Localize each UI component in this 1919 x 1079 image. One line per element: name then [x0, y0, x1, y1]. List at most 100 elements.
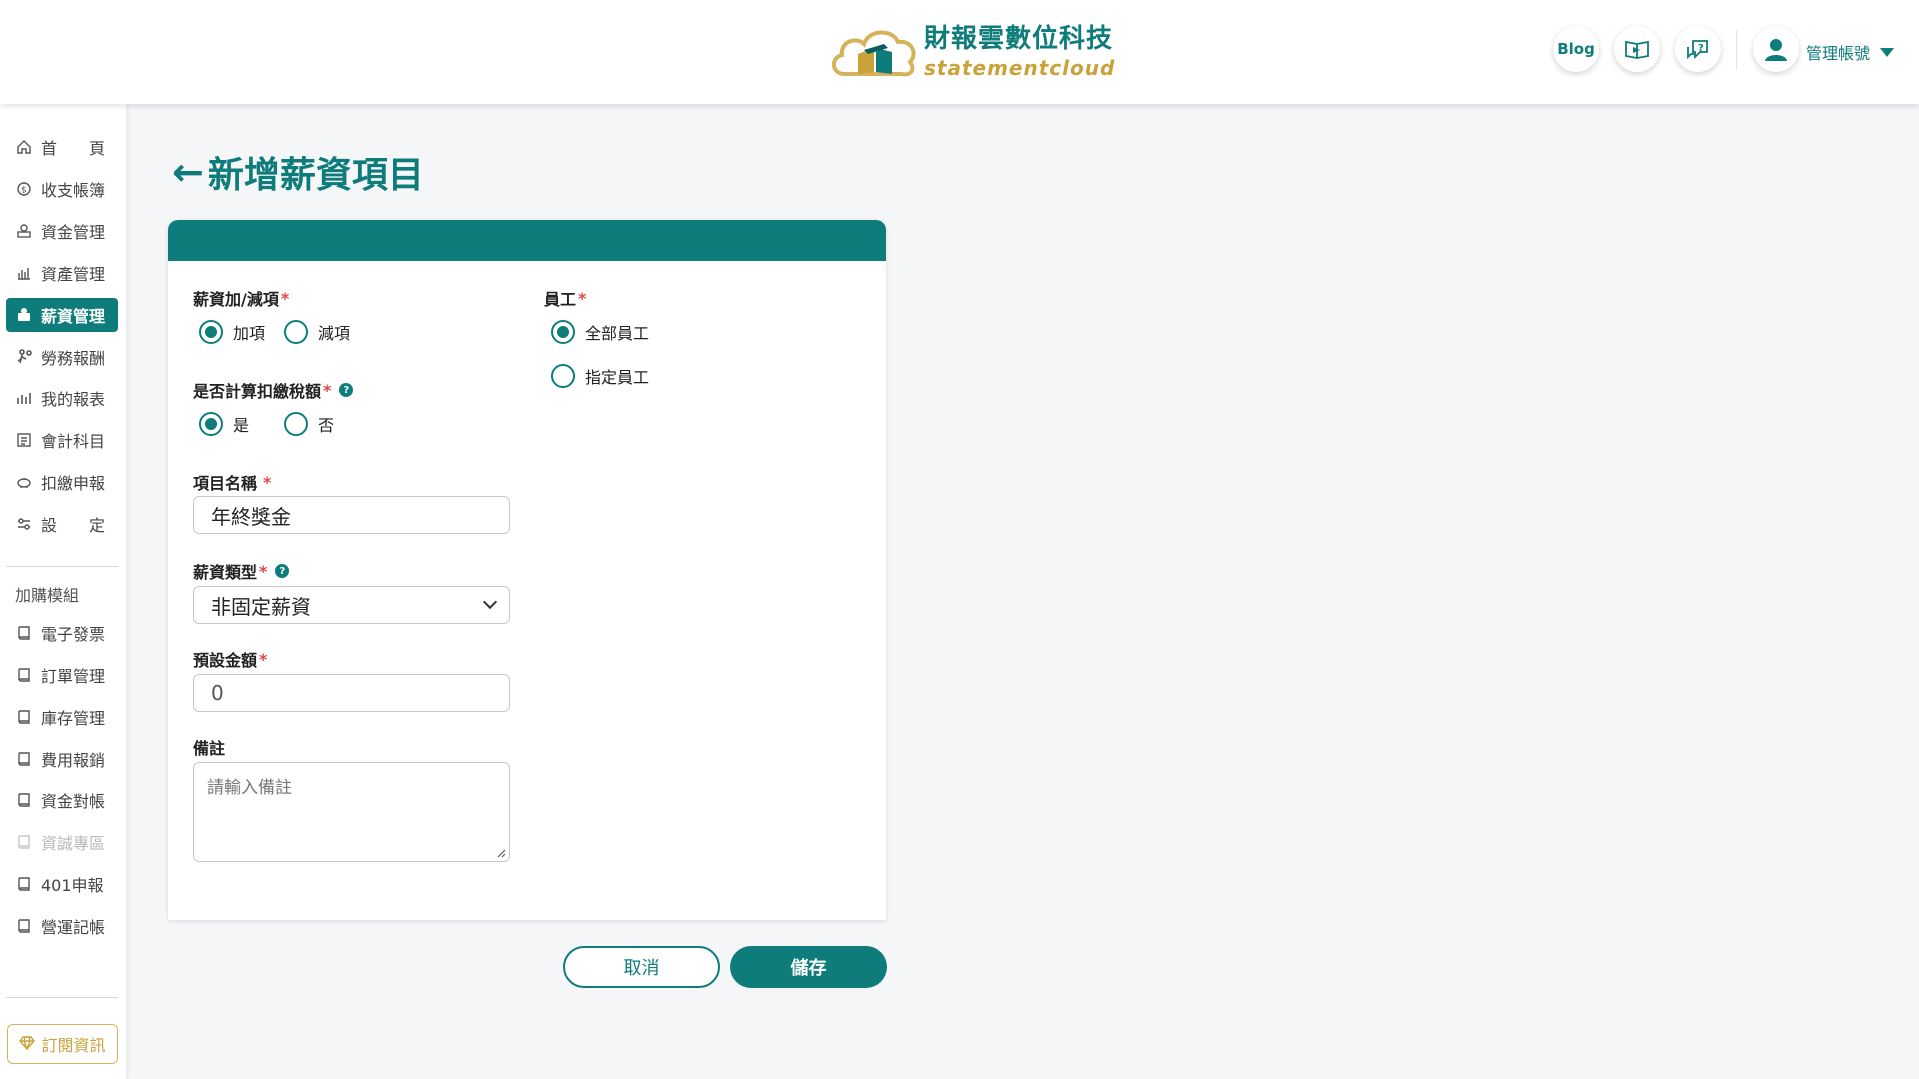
sidebar-item-label: 訂單管理 [41, 667, 106, 686]
sidebar-divider [6, 566, 118, 567]
sidebar-addon-expenses[interactable]: 費用報銷 [6, 742, 118, 776]
salary-type-select[interactable]: 非固定薪資 [193, 586, 510, 624]
sidebar-item-settings[interactable]: 設 定 [6, 507, 118, 541]
required-mark: * [323, 380, 332, 400]
item-name-input[interactable]: 年終獎金 [193, 496, 510, 534]
salary-type-label-text: 薪資類型 [193, 563, 258, 582]
ledger-icon [15, 431, 33, 449]
help-icon[interactable]: ? [339, 383, 354, 397]
tutorial-video-button[interactable] [1614, 26, 1660, 72]
note-textarea[interactable]: 請輸入備註 [193, 762, 510, 862]
top-header: 財報雲數位科技 statementcloud Blog ? 管理帳號 [0, 0, 1919, 104]
radio-all-employees[interactable]: 全部員工 [551, 320, 649, 344]
radio-circle[interactable] [284, 412, 308, 436]
radio-label: 是 [233, 416, 250, 435]
sidebar-item-label: 薪資管理 [41, 307, 106, 326]
book-icon [15, 875, 33, 893]
sidebar-item-label: 首 頁 [41, 139, 106, 158]
radio-withholding-yes[interactable]: 是 [199, 412, 249, 436]
card-header-bar [168, 220, 886, 261]
subscribe-label: 訂閱資訊 [41, 1036, 106, 1055]
radio-subtract[interactable]: 減項 [284, 320, 350, 344]
sidebar-item-label: 勞務報酬 [41, 349, 106, 368]
book-icon [15, 624, 33, 642]
book-icon [15, 833, 33, 851]
default-amount-input[interactable]: 0 [193, 674, 510, 712]
header-divider [1736, 30, 1737, 70]
sidebar-addon-pwc: 資誠專區 [6, 825, 118, 859]
book-icon [15, 750, 33, 768]
addon-section-title: 加購模組 [15, 586, 80, 605]
help-icon[interactable]: ? [275, 564, 290, 578]
page-title-text: 新增薪資項目 [207, 155, 424, 196]
sidebar-addon-401[interactable]: 401申報 [6, 867, 118, 901]
help-chat-button[interactable]: ? [1675, 26, 1721, 72]
sidebar-addon-inventory[interactable]: 庫存管理 [6, 700, 118, 734]
required-mark: * [280, 288, 290, 308]
sidebar-item-withholding[interactable]: 扣繳申報 [6, 465, 118, 499]
sidebar-item-label: 費用報銷 [41, 751, 106, 770]
sidebar-item-label: 資誠專區 [41, 834, 106, 853]
item-name-label-text: 項目名稱 [193, 474, 258, 493]
sidebar-item-accounts[interactable]: 會計科目 [6, 423, 118, 457]
blog-button[interactable]: Blog [1553, 26, 1599, 72]
sidebar-item-ledger-book[interactable]: $ 收支帳簿 [6, 172, 118, 206]
radio-circle-checked[interactable] [551, 320, 575, 344]
radio-add[interactable]: 加項 [199, 320, 265, 344]
user-avatar[interactable] [1753, 26, 1799, 72]
back-arrow-icon[interactable]: ← [172, 150, 204, 194]
radio-specific-employees[interactable]: 指定員工 [551, 364, 649, 388]
sidebar-addon-orders[interactable]: 訂單管理 [6, 658, 118, 692]
book-icon [15, 708, 33, 726]
required-mark: * [259, 649, 268, 669]
settings-icon [15, 515, 33, 533]
radio-label: 全部員工 [585, 324, 650, 343]
default-amount-label-text: 預設金額 [193, 651, 258, 670]
default-amount-label: 預設金額 * [193, 647, 267, 671]
brand-name-en: statementcloud [924, 56, 1116, 80]
save-button[interactable]: 儲存 [730, 946, 887, 988]
sidebar-item-funds[interactable]: 資金管理 [6, 214, 118, 248]
item-name-label: 項目名稱 * [193, 470, 271, 494]
subscribe-button[interactable]: 訂閱資訊 [7, 1024, 118, 1064]
withholding-label: 是否計算扣繳稅額 * ? [193, 378, 354, 402]
note-placeholder: 請輸入備註 [207, 778, 292, 798]
sidebar-item-label: 會計科目 [41, 432, 106, 451]
sidebar-item-label: 庫存管理 [41, 709, 106, 728]
piggy-icon [15, 473, 33, 491]
sidebar-addon-reconcile[interactable]: 資金對帳 [6, 783, 118, 817]
help-chat-icon: ? [1687, 40, 1708, 60]
required-mark: * [578, 288, 587, 308]
salary-type-label: 薪資類型 * ? [193, 559, 290, 583]
radio-circle-checked[interactable] [199, 412, 223, 436]
cancel-button[interactable]: 取消 [563, 946, 720, 988]
brand-logo[interactable]: 財報雲數位科技 statementcloud [830, 24, 1115, 80]
required-mark: * [259, 561, 268, 581]
sidebar-divider [6, 997, 118, 998]
sidebar-addon-einvoice[interactable]: 電子發票 [6, 616, 118, 650]
labor-icon [15, 348, 33, 366]
sidebar: 首 頁 $ 收支帳簿 資金管理 資產管理 薪資管理 勞務報酬 我的報表 會計科目… [0, 104, 126, 1079]
sidebar-item-payroll[interactable]: 薪資管理 [6, 298, 118, 332]
radio-label: 否 [318, 416, 335, 435]
radio-circle[interactable] [284, 320, 308, 344]
asset-icon [15, 264, 33, 282]
radio-circle[interactable] [551, 364, 575, 388]
radio-withholding-no[interactable]: 否 [284, 412, 334, 436]
sidebar-addon-operations[interactable]: 營運記帳 [6, 909, 118, 943]
book-icon [15, 791, 33, 809]
radio-circle-checked[interactable] [199, 320, 223, 344]
sidebar-item-assets[interactable]: 資產管理 [6, 256, 118, 290]
resize-handle-icon[interactable] [496, 848, 506, 858]
account-menu[interactable]: 管理帳號 [1806, 40, 1895, 64]
sidebar-item-label: 401申報 [41, 876, 104, 895]
sidebar-item-reports[interactable]: 我的報表 [6, 381, 118, 415]
book-icon [15, 666, 33, 684]
add-sub-label-text: 薪資加/減項 [193, 290, 279, 309]
sidebar-item-label: 設 定 [41, 516, 106, 535]
sidebar-item-label: 資產管理 [41, 265, 106, 284]
radio-label: 指定員工 [585, 368, 650, 387]
sidebar-item-labor-pay[interactable]: 勞務報酬 [6, 340, 118, 374]
sidebar-item-home[interactable]: 首 頁 [6, 130, 118, 164]
form-card: 薪資加/減項 * 加項 減項 是否計算扣繳稅額 * ? 是 否 項目名稱 * 年終獎金… [168, 220, 886, 920]
